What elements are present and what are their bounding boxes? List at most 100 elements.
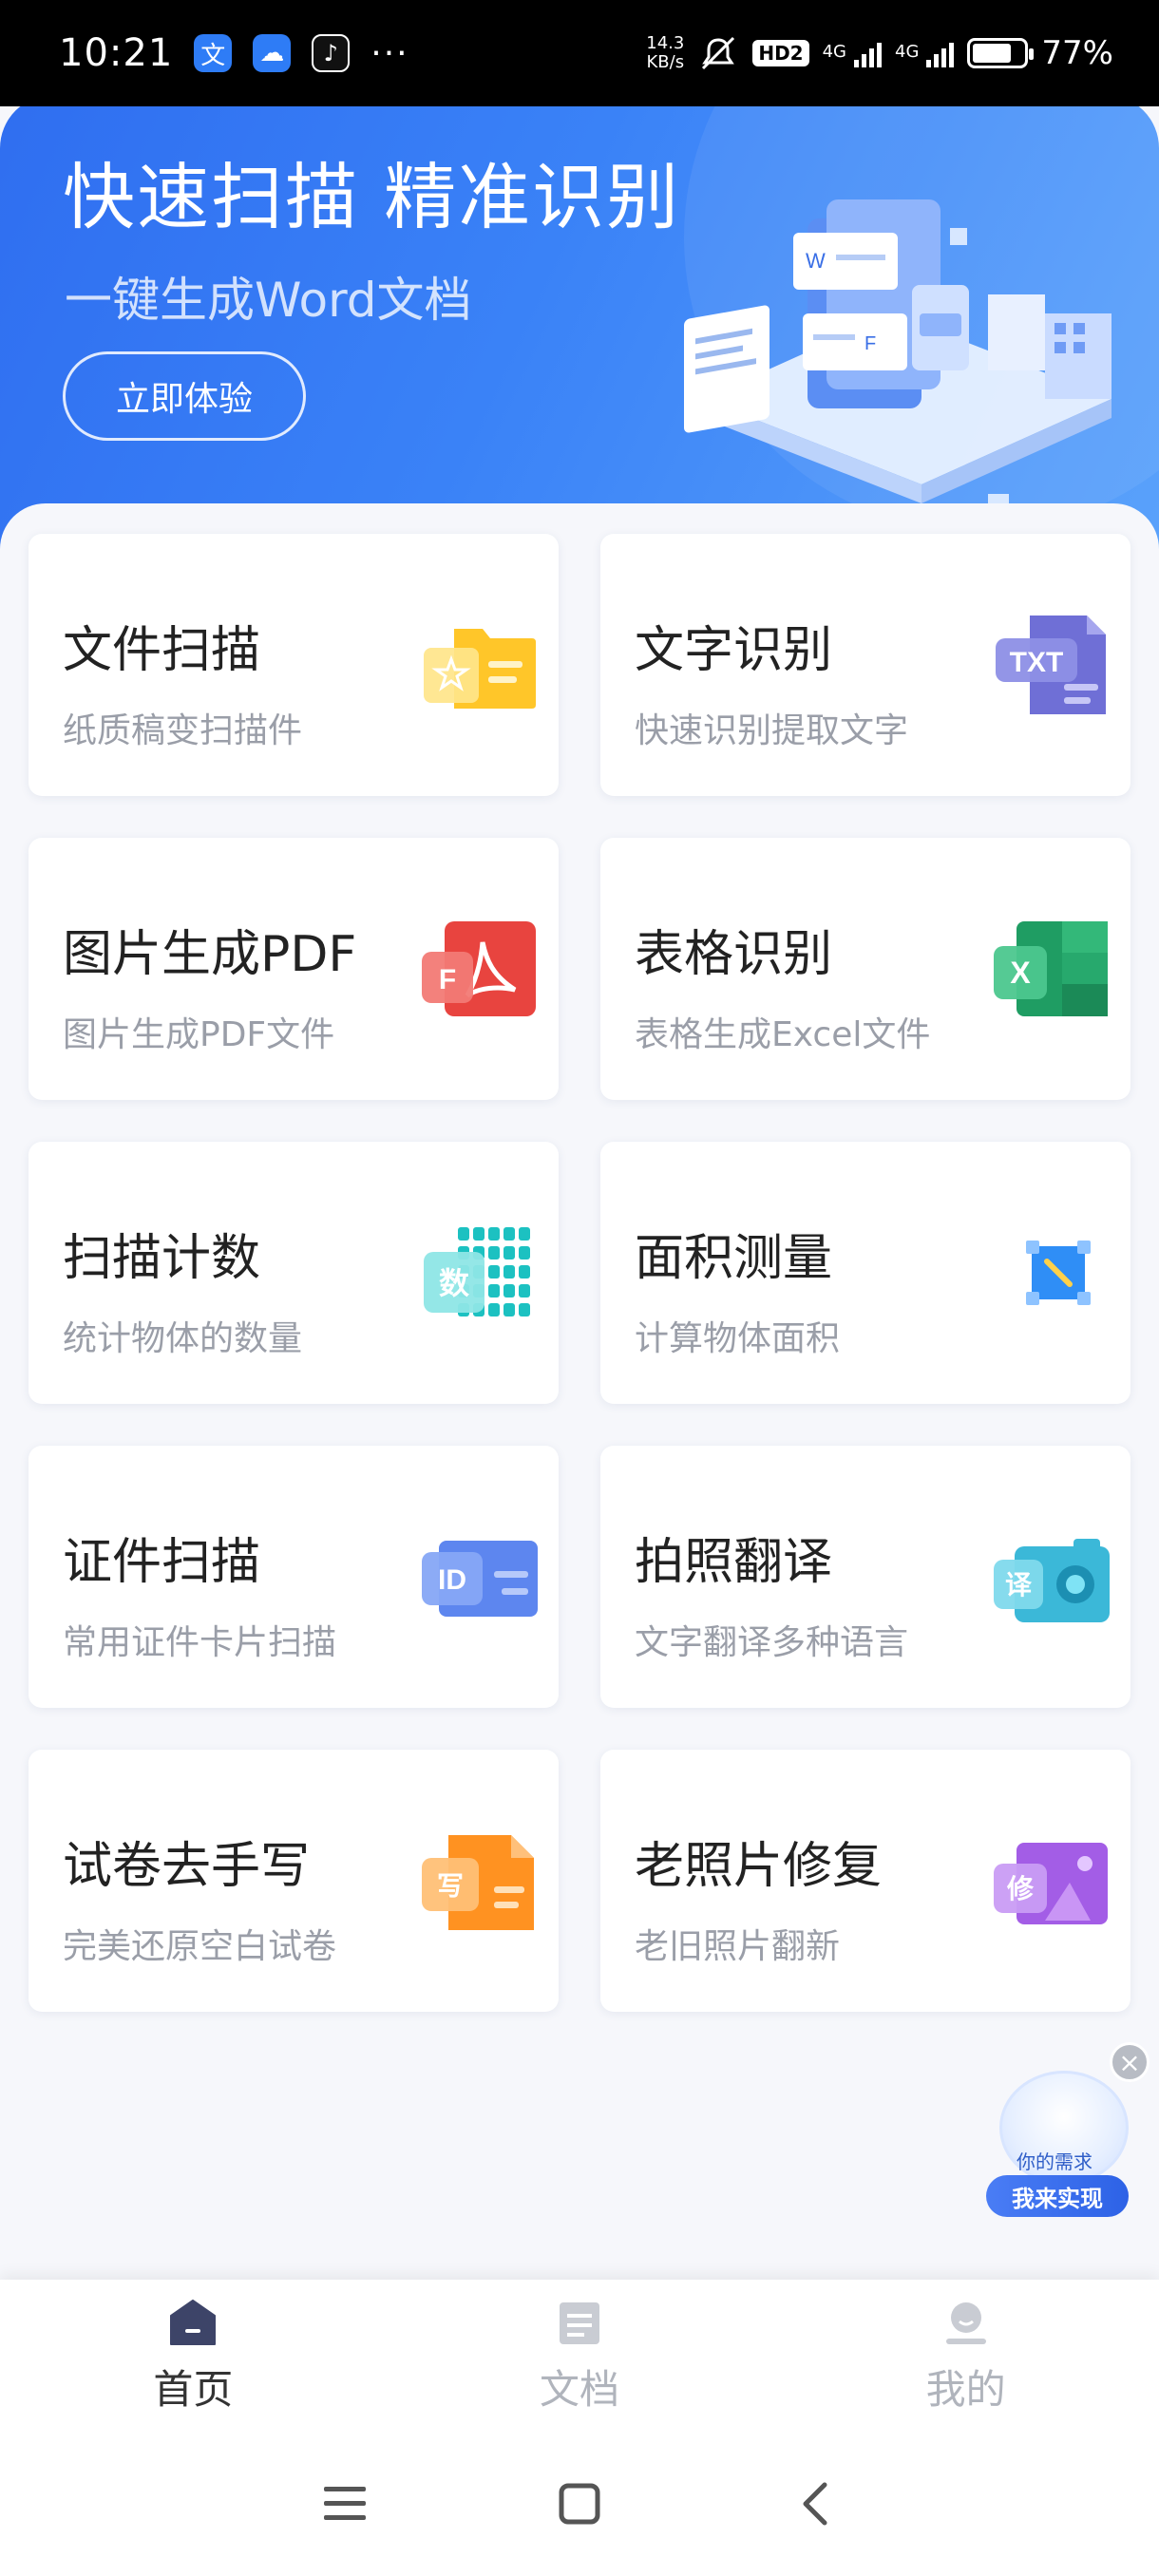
status-bar: 10:21 文 ☁ ♪ ··· 14.3 KB/s HD2 4G 4G 77% xyxy=(0,0,1159,106)
tiktok-notification-icon: ♪ xyxy=(312,34,351,72)
system-navigation-bar xyxy=(0,2432,1159,2576)
tool-card-area-measure[interactable]: 面积测量 计算物体面积 xyxy=(600,1142,1130,1404)
try-now-button[interactable]: 立即体验 xyxy=(63,351,306,441)
nav-label-profile: 我的 xyxy=(925,2365,1006,2413)
tool-card-text-recognition[interactable]: 文字识别 快速识别提取文字 TXT xyxy=(600,534,1130,796)
excel-icon: X xyxy=(988,914,1112,1028)
document-icon xyxy=(559,2301,599,2344)
tool-description: 图片生成PDF文件 xyxy=(63,1015,335,1054)
nav-item-documents[interactable]: 文档 xyxy=(437,2297,722,2415)
tool-title: 面积测量 xyxy=(635,1230,833,1287)
hero-subtitle: 一键生成Word文档 xyxy=(65,273,472,328)
nav-label-documents: 文档 xyxy=(539,2365,619,2413)
tool-card-photo-translate[interactable]: 拍照翻译 文字翻译多种语言 译 xyxy=(600,1446,1130,1708)
hd-voice-badge: HD2 xyxy=(752,40,809,66)
hero-title: 快速扫描 精准识别 xyxy=(63,155,681,239)
count-grid-dot xyxy=(504,1246,515,1260)
count-grid-dot xyxy=(504,1284,515,1297)
tool-card-image-to-pdf[interactable]: 图片生成PDF 图片生成PDF文件 F xyxy=(28,838,559,1100)
network-speed-unit: KB/s xyxy=(646,52,685,72)
tool-card-table-recognition[interactable]: 表格识别 表格生成Excel文件 X xyxy=(600,838,1130,1100)
tool-title: 表格识别 xyxy=(635,926,833,983)
tool-description: 快速识别提取文字 xyxy=(635,711,909,750)
count-grid-dot xyxy=(519,1227,530,1241)
txt-icon-text: TXT xyxy=(1010,647,1064,678)
status-bar-left: 10:21 文 ☁ ♪ ··· xyxy=(59,31,409,75)
count-grid-dot xyxy=(488,1284,500,1297)
tool-description: 统计物体的数量 xyxy=(63,1319,303,1358)
tool-title: 老照片修复 xyxy=(635,1838,883,1895)
tool-card-photo-repair[interactable]: 老照片修复 老旧照片翻新 修 xyxy=(600,1750,1130,2012)
cloud-notification-icon: ☁ xyxy=(253,34,292,72)
count-grid-icon: 数 xyxy=(416,1218,540,1332)
count-icon-text: 数 xyxy=(439,1265,470,1301)
count-grid-dot xyxy=(519,1246,530,1260)
tool-card-scan-count[interactable]: 扫描计数 统计物体的数量 数 xyxy=(28,1142,559,1404)
network-type-2: 4G xyxy=(895,42,920,62)
tool-title: 拍照翻译 xyxy=(635,1534,833,1591)
battery-icon xyxy=(967,38,1035,68)
exam-icon-text: 写 xyxy=(437,1870,464,1902)
svg-text:W: W xyxy=(806,249,826,273)
nav-item-home[interactable]: 首页 xyxy=(50,2297,335,2415)
status-time: 10:21 xyxy=(59,31,174,75)
tool-title: 图片生成PDF xyxy=(63,926,357,983)
tool-card-id-scan[interactable]: 证件扫描 常用证件卡片扫描 ID xyxy=(28,1446,559,1708)
close-icon[interactable]: × xyxy=(1110,2042,1150,2082)
battery-percent: 77% xyxy=(1041,34,1113,72)
pdf-icon: F xyxy=(416,914,540,1028)
exam-erase-icon: 写 xyxy=(416,1826,540,1940)
area-measure-icon xyxy=(988,1218,1112,1332)
back-icon[interactable] xyxy=(786,2475,843,2532)
count-grid-dot xyxy=(504,1303,515,1316)
count-grid-dot xyxy=(504,1265,515,1279)
home-icon xyxy=(170,2299,217,2345)
repair-icon-text: 修 xyxy=(1006,1873,1035,1904)
count-grid-dot xyxy=(519,1284,530,1297)
network-speed-value: 14.3 xyxy=(646,33,685,53)
feedback-button[interactable]: 我来实现 xyxy=(986,2175,1129,2217)
home-square-icon[interactable] xyxy=(551,2475,608,2532)
excel-icon-text: X xyxy=(1010,956,1031,990)
tool-card-exam-erase[interactable]: 试卷去手写 完美还原空白试卷 写 xyxy=(28,1750,559,2012)
count-grid-dot xyxy=(488,1227,500,1241)
tool-description: 文字翻译多种语言 xyxy=(635,1623,909,1662)
tool-description: 计算物体面积 xyxy=(635,1319,841,1358)
app-notification-icon: 文 xyxy=(194,34,233,72)
svg-text:F: F xyxy=(864,333,876,354)
tool-description: 常用证件卡片扫描 xyxy=(63,1623,337,1662)
profile-icon xyxy=(945,2301,986,2344)
translate-icon-text: 译 xyxy=(1005,1569,1033,1601)
signal-strength-2-icon xyxy=(926,39,955,67)
pdf-icon-text: F xyxy=(439,964,456,995)
mute-alarm-icon xyxy=(702,36,735,70)
feedback-float-widget[interactable]: 你的需求 我来实现 × xyxy=(978,2042,1150,2223)
camera-translate-icon: 译 xyxy=(988,1522,1112,1636)
tool-description: 表格生成Excel文件 xyxy=(635,1015,931,1054)
tool-card-file-scan[interactable]: 文件扫描 纸质稿变扫描件 xyxy=(28,534,559,796)
photo-repair-icon: 修 xyxy=(988,1826,1112,1940)
tool-description: 完美还原空白试卷 xyxy=(63,1927,337,1966)
network-type-1: 4G xyxy=(822,42,847,62)
tool-description: 纸质稿变扫描件 xyxy=(63,711,303,750)
bottom-navigation: 首页 文档 我的 xyxy=(0,2280,1159,2432)
float-widget-caption: 你的需求 xyxy=(1016,2150,1092,2173)
network-speed: 14.3 KB/s xyxy=(646,34,684,72)
count-grid-dot xyxy=(488,1265,500,1279)
id-card-icon: ID xyxy=(416,1522,540,1636)
count-grid-dot xyxy=(488,1303,500,1316)
hero-banner[interactable]: 快速扫描 精准识别 一键生成Word文档 立即体验 W F xyxy=(0,95,1159,570)
tool-title: 试卷去手写 xyxy=(63,1838,311,1895)
menu-icon[interactable] xyxy=(316,2475,373,2532)
count-grid-dot xyxy=(504,1227,515,1241)
nav-item-profile[interactable]: 我的 xyxy=(824,2297,1109,2415)
battery-level-fill xyxy=(973,44,1012,63)
count-grid-dot xyxy=(519,1265,530,1279)
count-grid-dot xyxy=(458,1227,469,1241)
id-icon-text: ID xyxy=(438,1564,466,1596)
tool-title: 证件扫描 xyxy=(63,1534,261,1591)
folder-star-icon xyxy=(416,610,540,724)
count-grid-dot xyxy=(519,1303,530,1316)
nav-label-home: 首页 xyxy=(153,2365,234,2413)
tool-title: 文件扫描 xyxy=(63,622,261,679)
